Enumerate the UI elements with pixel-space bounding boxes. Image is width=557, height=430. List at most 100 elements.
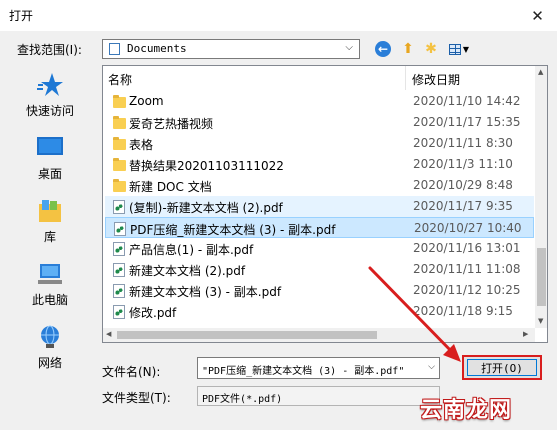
file-type-select[interactable]: PDF文件(*.pdf) <box>197 386 440 406</box>
file-name-label: 文件名(N): <box>102 365 161 379</box>
documents-folder-icon <box>109 43 120 55</box>
file-row[interactable]: 新建 DOC 文档 2020/10/29 8:48 <box>105 175 534 196</box>
file-type-value: PDF文件(*.pdf) <box>202 394 283 405</box>
file-row[interactable]: 产品信息(1) - 副本.pdf 2020/11/16 13:01 <box>105 238 534 259</box>
file-row[interactable]: 替换结果20201103111022 2020/11/3 11:10 <box>105 154 534 175</box>
column-header-name-label: 名称 <box>108 73 133 87</box>
up-folder-icon: ⬆ <box>402 41 414 57</box>
look-in-value: Documents <box>127 42 187 55</box>
star-icon <box>37 73 63 96</box>
folder-icon <box>111 136 127 151</box>
file-name: 产品信息(1) - 副本.pdf <box>129 243 254 257</box>
place-label: 快速访问 <box>25 104 74 118</box>
new-folder-icon: ✱ <box>425 41 437 57</box>
pdf-file-icon <box>111 304 127 319</box>
horizontal-scroll-thumb[interactable] <box>117 331 377 339</box>
file-name: 替换结果20201103111022 <box>129 159 284 173</box>
place-library[interactable]: 库 <box>8 192 92 254</box>
folder-icon <box>111 157 127 172</box>
open-button-label: 打开(O) <box>481 361 523 375</box>
file-date: 2020/10/27 10:40 <box>414 221 522 235</box>
file-name: 新建 DOC 文档 <box>129 180 212 194</box>
file-date: 2020/11/11 8:30 <box>413 136 513 150</box>
file-row[interactable]: 表格 2020/11/11 8:30 <box>105 133 534 154</box>
place-quick-access[interactable]: 快速访问 <box>8 66 92 128</box>
folder-icon <box>111 94 127 109</box>
file-date: 2020/11/17 15:35 <box>413 115 521 129</box>
open-button[interactable]: 打开(O) <box>462 355 542 380</box>
file-name: 新建文本文档 (2).pdf <box>129 264 246 278</box>
file-row-selected[interactable]: PDF压缩_新建文本文档 (3) - 副本.pdf 2020/10/27 10:… <box>105 217 534 238</box>
file-name-input[interactable]: "PDF压缩_新建文本文档 (3) - 副本.pdf" ⌵ <box>197 357 440 379</box>
scroll-down-icon[interactable]: ▼ <box>538 317 543 325</box>
network-icon <box>41 325 59 348</box>
file-date: 2020/11/3 11:10 <box>413 157 513 171</box>
file-date: 2020/11/12 10:25 <box>413 283 521 297</box>
file-row[interactable]: 修改.pdf 2020/11/18 9:15 <box>105 301 534 322</box>
column-header-name[interactable]: ˄ 名称 <box>103 66 406 90</box>
look-in-label: 查找范围(I): <box>17 43 82 57</box>
file-row[interactable]: Zoom 2020/11/10 14:42 <box>105 91 534 112</box>
file-row[interactable]: 爱奇艺热播视频 2020/11/17 15:35 <box>105 112 534 133</box>
pdf-file-icon <box>111 262 127 277</box>
place-this-pc[interactable]: 此电脑 <box>8 255 92 317</box>
place-label: 桌面 <box>37 167 62 181</box>
file-name: 爱奇艺热播视频 <box>129 117 214 131</box>
desktop-icon <box>37 137 63 155</box>
file-row[interactable]: 新建文本文档 (2).pdf 2020/11/11 11:08 <box>105 259 534 280</box>
scroll-left-icon[interactable]: ◀ <box>106 330 111 338</box>
up-folder-button[interactable]: ⬆ <box>398 40 418 58</box>
back-button[interactable]: ← <box>374 40 392 58</box>
horizontal-scrollbar[interactable]: ◀ ▶ <box>103 328 535 342</box>
watermark-logo: 云南龙网 <box>420 398 513 423</box>
file-name: Zoom <box>129 94 164 108</box>
close-button[interactable]: ✕ <box>518 0 557 31</box>
place-label: 此电脑 <box>31 293 68 307</box>
look-in-dropdown[interactable]: Documents ⌵ <box>102 39 360 59</box>
column-header-date-label: 修改日期 <box>412 73 461 87</box>
folder-icon <box>111 115 127 130</box>
file-name: (复制)-新建文本文档 (2).pdf <box>129 201 283 215</box>
library-icon <box>39 200 61 222</box>
pdf-file-icon <box>111 199 127 214</box>
column-header-date[interactable]: 修改日期 <box>407 66 537 90</box>
folder-icon <box>111 178 127 193</box>
file-date: 2020/11/10 14:42 <box>413 94 521 108</box>
chevron-down-icon: ▼ <box>462 44 470 54</box>
file-date: 2020/11/18 9:15 <box>413 304 513 318</box>
new-folder-button[interactable]: ✱ <box>421 40 441 58</box>
window-title: 打开 <box>9 9 34 23</box>
close-icon: ✕ <box>531 6 544 25</box>
file-date: 2020/11/11 11:08 <box>413 262 521 276</box>
view-grid-icon <box>448 43 461 55</box>
file-date: 2020/10/29 8:48 <box>413 178 513 192</box>
pdf-file-icon <box>111 283 127 298</box>
file-list[interactable]: ˄ 名称 修改日期 Zoom 2020/11/10 14:42 爱奇艺热播视频 … <box>102 65 548 343</box>
sort-caret-icon: ˄ <box>250 65 255 74</box>
scroll-up-icon[interactable]: ▲ <box>538 68 543 76</box>
file-name: PDF压缩_新建文本文档 (3) - 副本.pdf <box>130 223 336 237</box>
back-arrow-icon: ← <box>375 41 391 57</box>
scroll-right-icon[interactable]: ▶ <box>523 330 528 338</box>
title-bar: 打开 ✕ <box>0 0 557 31</box>
file-row[interactable]: 新建文本文档 (3) - 副本.pdf 2020/11/12 10:25 <box>105 280 534 301</box>
file-name: 表格 <box>129 138 154 152</box>
pdf-file-icon <box>112 221 128 236</box>
file-date: 2020/11/16 13:01 <box>413 241 521 255</box>
places-bar: 快速访问 桌面 库 此电脑 网络 <box>8 66 92 376</box>
file-date: 2020/11/17 9:35 <box>413 199 513 213</box>
view-menu-button[interactable]: ▼ <box>446 40 472 58</box>
file-row-hovered[interactable]: (复制)-新建文本文档 (2).pdf 2020/11/17 9:35 <box>105 196 534 217</box>
chevron-down-icon[interactable]: ⌵ <box>428 362 435 372</box>
vertical-scrollbar[interactable]: ▲ ▼ <box>535 66 547 328</box>
chevron-down-icon: ⌵ <box>345 42 353 53</box>
computer-icon <box>38 264 62 284</box>
place-label: 网络 <box>37 356 62 370</box>
vertical-scroll-thumb[interactable] <box>537 248 546 306</box>
place-network[interactable]: 网络 <box>8 318 92 380</box>
file-name-value: "PDF压缩_新建文本文档 (3) - 副本.pdf" <box>202 366 405 377</box>
place-label: 库 <box>43 230 56 244</box>
pdf-file-icon <box>111 241 127 256</box>
file-name: 修改.pdf <box>129 306 177 320</box>
place-desktop[interactable]: 桌面 <box>8 129 92 191</box>
